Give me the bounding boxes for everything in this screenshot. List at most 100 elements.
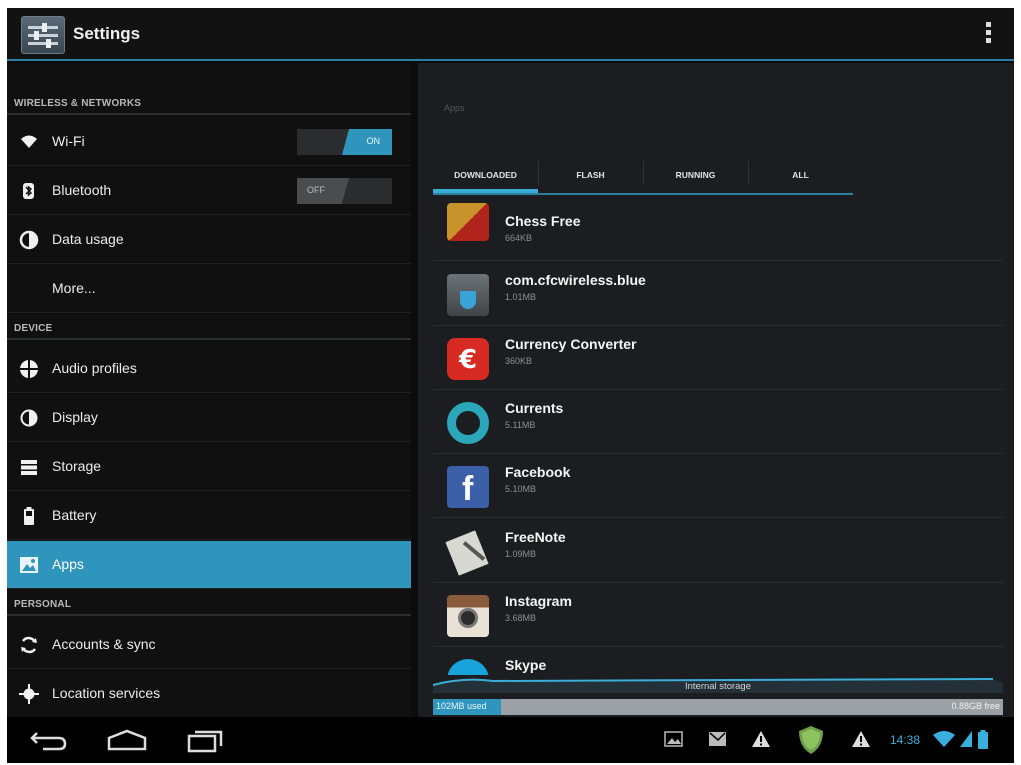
app-list-item[interactable]: Skype: [433, 647, 1003, 675]
cell-signal-icon[interactable]: [959, 730, 973, 748]
battery-icon: [24, 507, 34, 525]
app-size: 5.11MB: [505, 420, 536, 430]
app-list-item[interactable]: € Currency Converter 360KB: [433, 326, 1003, 390]
audio-profiles-icon: [20, 360, 38, 378]
gallery-notification-icon[interactable]: [664, 730, 684, 748]
app-list-item[interactable]: f Facebook 5.10MB: [433, 454, 1003, 518]
sidebar-item-label: Audio profiles: [52, 360, 137, 376]
system-nav-bar: 14:38: [7, 717, 1014, 763]
sync-icon: [21, 636, 37, 654]
sidebar-item-more[interactable]: More...: [7, 265, 411, 313]
home-icon[interactable]: [105, 729, 149, 751]
section-header-wireless: WIRELESS & NETWORKS: [7, 89, 411, 115]
data-usage-icon: [19, 230, 39, 250]
skype-icon: [447, 659, 489, 675]
app-name: Currents: [505, 400, 564, 416]
sidebar-item-label: Display: [52, 409, 98, 425]
sidebar-item-accounts-sync[interactable]: Accounts & sync: [7, 621, 411, 669]
app-size: 3.68MB: [505, 613, 537, 623]
sidebar-item-label: More...: [52, 280, 96, 296]
storage-used-label: 102MB used: [436, 701, 487, 711]
apps-panel-title: Apps: [444, 103, 465, 113]
toggle-state: ON: [366, 136, 381, 146]
sidebar-item-apps[interactable]: Apps: [7, 541, 411, 589]
app-list-item[interactable]: Instagram 3.68MB: [433, 583, 1003, 647]
settings-sidebar: WIRELESS & NETWORKS Wi-Fi ON Bluetooth O…: [7, 63, 411, 717]
cfcwireless-icon: [447, 274, 489, 316]
sidebar-item-label: Apps: [52, 556, 84, 572]
app-list-item[interactable]: FreeNote 1.09MB: [433, 519, 1003, 583]
toggle-state: OFF: [307, 185, 325, 195]
apps-panel: Apps DOWNLOADED FLASH RUNNING ALL Chess …: [418, 63, 1014, 717]
storage-bar: 102MB used 0.88GB free: [433, 699, 1003, 715]
bluetooth-toggle[interactable]: OFF: [297, 178, 392, 204]
storage-label: Internal storage: [684, 681, 751, 692]
app-name: Skype: [505, 657, 547, 673]
app-name: Currency Converter: [505, 336, 637, 352]
freenote-icon: [445, 530, 489, 576]
app-list-item[interactable]: Chess Free 664KB: [433, 197, 1003, 261]
storage-icon: [21, 460, 37, 475]
sidebar-item-location-services[interactable]: Location services: [7, 670, 411, 718]
currents-icon: [447, 402, 489, 444]
app-size: 5.10MB: [505, 484, 537, 494]
apps-tab-bar: DOWNLOADED FLASH RUNNING ALL: [433, 155, 853, 195]
app-name: Instagram: [505, 593, 572, 609]
sidebar-item-data-usage[interactable]: Data usage: [7, 216, 411, 264]
sidebar-item-bluetooth[interactable]: Bluetooth OFF: [7, 167, 411, 215]
location-icon: [19, 684, 39, 704]
section-header-personal: PERSONAL: [7, 590, 411, 616]
tablet-screen: Settings WIRELESS & NETWORKS Wi-Fi ON Bl…: [7, 8, 1014, 763]
sidebar-item-label: Storage: [52, 458, 102, 474]
apps-icon: [20, 557, 38, 573]
internal-storage-indicator: Internal storage 102MB used 0.88GB free: [433, 675, 1003, 717]
app-list-item[interactable]: com.cfcwireless.blue 1.01MB: [433, 262, 1003, 326]
sidebar-item-storage[interactable]: Storage: [7, 443, 411, 491]
sidebar-item-label: Location services: [52, 685, 161, 701]
bluetooth-icon: [23, 183, 34, 199]
app-name: Facebook: [505, 464, 571, 480]
app-size: 360KB: [505, 356, 533, 366]
wifi-icon: [21, 135, 37, 148]
settings-app-icon[interactable]: [21, 16, 65, 54]
chess-icon: [447, 203, 489, 241]
facebook-icon: f: [447, 466, 489, 508]
sidebar-item-wifi[interactable]: Wi-Fi ON: [7, 118, 411, 166]
sidebar-item-display[interactable]: Display: [7, 394, 411, 442]
app-name: Chess Free: [505, 213, 581, 229]
recent-apps-icon[interactable]: [185, 729, 225, 753]
app-name: com.cfcwireless.blue: [505, 272, 646, 288]
app-name: FreeNote: [505, 529, 566, 545]
storage-free-label: 0.88GB free: [951, 701, 1000, 711]
tab-flash[interactable]: FLASH: [538, 155, 643, 193]
email-notification-icon[interactable]: [708, 730, 728, 748]
warning-icon-2[interactable]: [851, 730, 871, 748]
sidebar-item-audio-profiles[interactable]: Audio profiles: [7, 345, 411, 393]
display-icon: [20, 409, 38, 427]
sidebar-item-label: Wi-Fi: [52, 133, 85, 149]
tab-all[interactable]: ALL: [748, 155, 853, 193]
tab-running[interactable]: RUNNING: [643, 155, 748, 193]
sidebar-item-label: Battery: [52, 507, 97, 523]
sidebar-item-label: Data usage: [52, 231, 124, 247]
shield-app-icon[interactable]: [797, 725, 825, 755]
back-icon[interactable]: [29, 729, 69, 751]
app-size: 1.09MB: [505, 549, 537, 559]
tab-downloaded[interactable]: DOWNLOADED: [433, 155, 538, 193]
app-size: 664KB: [505, 233, 533, 243]
euro-icon: €: [447, 338, 489, 380]
instagram-icon: [447, 595, 489, 637]
battery-status-icon[interactable]: [977, 730, 989, 750]
warning-icon[interactable]: [751, 730, 771, 748]
sidebar-item-label: Bluetooth: [52, 182, 112, 198]
action-bar: Settings: [7, 8, 1014, 61]
wifi-toggle[interactable]: ON: [297, 129, 392, 155]
section-header-device: DEVICE: [7, 314, 411, 340]
action-bar-title: Settings: [73, 24, 141, 43]
app-size: 1.01MB: [505, 292, 537, 302]
app-list-item[interactable]: Currents 5.11MB: [433, 390, 1003, 454]
sidebar-item-battery[interactable]: Battery: [7, 492, 411, 540]
clock[interactable]: 14:38: [890, 733, 920, 747]
overflow-menu-icon[interactable]: [986, 22, 992, 46]
wifi-signal-icon[interactable]: [932, 730, 956, 748]
